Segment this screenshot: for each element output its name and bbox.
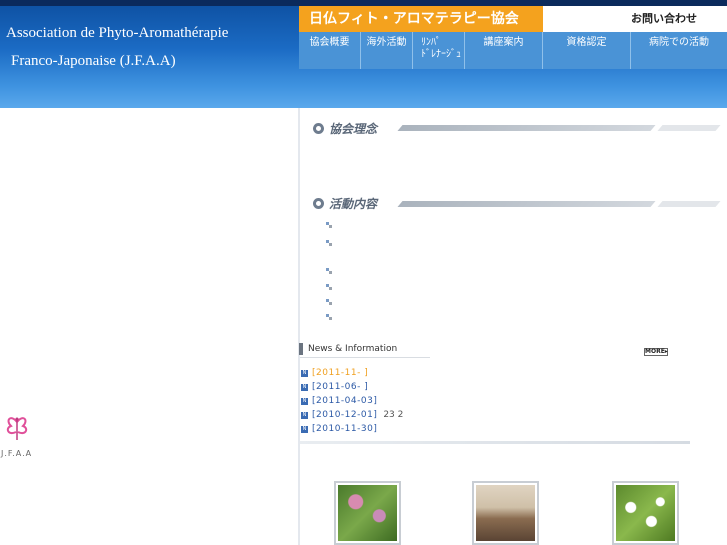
news-item[interactable]: N [2010-11-30]	[301, 423, 383, 435]
site-title-japanese[interactable]: 日仏フィト・アロマテラピー協会	[299, 6, 543, 32]
activity-bullet-icon	[326, 314, 332, 320]
news-date[interactable]: [2011-11- ]	[312, 368, 368, 378]
association-name-franco-japonaise: Franco-Japonaise (J.F.A.A)	[11, 53, 176, 69]
news-item[interactable]: N [2010-12-01] 23 2	[301, 409, 403, 421]
daisy-photo-image	[616, 485, 675, 541]
news-item-icon: N	[301, 411, 308, 419]
news-item[interactable]: N [2011-06- ]	[301, 381, 374, 393]
news-item-icon: N	[301, 397, 308, 405]
main-menu: 協会概要 海外活動 ﾘﾝﾊﾟ ﾄﾞﾚﾅｰｼﾞｭ 講座案内 資格認定 病院での活動	[299, 32, 727, 69]
section-heading-activities: 活動内容	[313, 194, 377, 212]
butterfly-logo-icon	[6, 417, 28, 440]
news-underline	[300, 357, 430, 358]
left-column	[0, 108, 298, 545]
menu-item-certification[interactable]: 資格認定	[543, 32, 631, 69]
news-item-icon: N	[301, 425, 308, 433]
section-underline-bar-light	[657, 201, 721, 207]
contact-link[interactable]: お問い合わせ	[543, 6, 727, 32]
news-item[interactable]: N [2011-04-03]	[301, 395, 383, 407]
activity-bullet-icon	[326, 284, 332, 290]
circle-bullet-icon	[313, 122, 324, 134]
news-date[interactable]: [2010-11-30]	[312, 424, 377, 434]
association-name-french: Association de Phyto-Aromathérapie	[6, 25, 229, 41]
news-date[interactable]: [2011-06- ]	[312, 382, 368, 392]
news-title: News & Information	[308, 344, 398, 354]
news-item-icon: N	[301, 369, 308, 377]
photo-seminar-room[interactable]	[472, 481, 539, 545]
news-bottom-separator	[300, 441, 690, 444]
news-text[interactable]: 23 2	[383, 410, 403, 420]
menu-item-hospital[interactable]: 病院での活動	[631, 32, 727, 69]
activity-bullet-icon	[326, 268, 332, 274]
activity-bullet-icon	[326, 240, 332, 246]
news-item[interactable]: N [2011-11- ]	[301, 367, 374, 379]
section-title-activities: 活動内容	[329, 196, 378, 211]
news-heading-bar	[299, 343, 303, 355]
flower-photo-image	[338, 485, 397, 541]
seminar-photo-image	[476, 485, 535, 541]
news-date[interactable]: [2010-12-01]	[312, 410, 377, 420]
photo-daisies[interactable]	[612, 481, 679, 545]
news-item-icon: N	[301, 383, 308, 391]
section-underline-bar	[397, 125, 656, 131]
section-title-philosophy: 協会理念	[329, 121, 378, 136]
photo-flowers[interactable]	[334, 481, 401, 545]
section-heading-philosophy: 協会理念	[313, 119, 377, 137]
logo-text: J.F.A.A	[1, 449, 33, 458]
main-content	[300, 108, 727, 545]
menu-item-courses[interactable]: 講座案内	[465, 32, 543, 69]
activity-bullet-icon	[326, 222, 332, 228]
section-underline-bar-light	[657, 125, 721, 131]
menu-item-about[interactable]: 協会概要	[299, 32, 361, 69]
menu-item-overseas[interactable]: 海外活動	[361, 32, 413, 69]
menu-item-lymph-drainage[interactable]: ﾘﾝﾊﾟ ﾄﾞﾚﾅｰｼﾞｭ	[413, 32, 465, 69]
circle-bullet-icon	[313, 197, 324, 209]
section-underline-bar	[397, 201, 656, 207]
activity-bullet-icon	[326, 299, 332, 305]
news-more-button[interactable]: MORE▸	[644, 348, 668, 356]
news-date[interactable]: [2011-04-03]	[312, 396, 377, 406]
